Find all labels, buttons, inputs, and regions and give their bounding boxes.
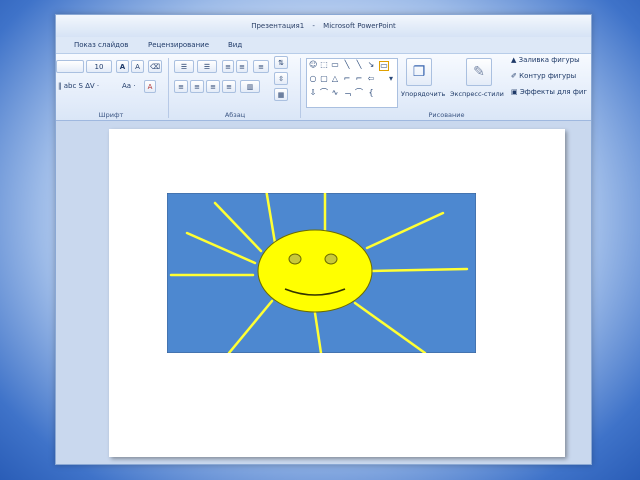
bullets-icon[interactable]: ☰ bbox=[174, 60, 194, 73]
font-color-icon[interactable]: A bbox=[144, 80, 156, 93]
align-center-icon[interactable]: ≡ bbox=[190, 80, 204, 93]
clear-format-icon[interactable]: ⌫ bbox=[148, 60, 162, 73]
group-divider bbox=[168, 58, 169, 118]
text-shape-icon[interactable]: ▭ bbox=[331, 61, 339, 69]
scribble-shape-icon[interactable]: ∿ bbox=[331, 89, 339, 97]
tab-view[interactable]: Вид bbox=[228, 39, 242, 51]
align-text-icon[interactable]: ⇳ bbox=[274, 72, 288, 85]
columns-icon[interactable]: ▥ bbox=[240, 80, 260, 93]
arrow-shape-icon[interactable]: ⇦ bbox=[367, 75, 375, 83]
curve-shape-icon[interactable]: ⌒ bbox=[320, 89, 328, 97]
outline-icon: ✐ bbox=[511, 72, 517, 80]
arrow-shape-icon[interactable]: ↘ bbox=[367, 61, 375, 69]
font-name-box[interactable] bbox=[56, 60, 84, 73]
tab-slideshow[interactable]: Показ слайдов bbox=[74, 39, 128, 51]
arrow-down-shape-icon[interactable]: ⇩ bbox=[309, 89, 317, 97]
arrange-button[interactable]: Упорядочить bbox=[401, 90, 445, 98]
justify-icon[interactable]: ≡ bbox=[222, 80, 236, 93]
sun-face bbox=[257, 229, 373, 313]
quick-styles-button[interactable]: Экспресс-стили bbox=[450, 90, 504, 98]
slide-canvas[interactable] bbox=[109, 129, 565, 457]
sun-picture[interactable] bbox=[167, 193, 476, 353]
arrange-icon[interactable]: ❐ bbox=[406, 58, 432, 86]
rect-shape-icon[interactable]: ⬚ bbox=[320, 61, 328, 69]
change-case-label: Aa bbox=[122, 82, 132, 90]
oval-shape-icon[interactable]: ○ bbox=[309, 75, 317, 83]
quick-styles-icon[interactable]: ✎ bbox=[466, 58, 492, 86]
font-shrink-icon[interactable]: A bbox=[131, 60, 144, 73]
connector-shape-icon[interactable]: ⌐ bbox=[355, 75, 363, 83]
shapes-gallery[interactable]: ☺ ⬚ ▭ ╲ ╲ ↘ ▭ ○ ▢ △ ⌐ ⌐ ⇦ ⇩ ⌒ ∿ ﹁ ⌒ { ▾ bbox=[306, 58, 398, 108]
effects-icon: ▣ bbox=[511, 88, 518, 96]
tab-review[interactable]: Рецензирование bbox=[148, 39, 209, 51]
title-bar: Презентация1 - Microsoft PowerPoint bbox=[56, 15, 591, 37]
triangle-shape-icon[interactable]: △ bbox=[331, 75, 339, 83]
shape-fill-label: Заливка фигуры bbox=[518, 56, 580, 64]
shape-effects-label: Эффекты для фиг bbox=[519, 88, 588, 96]
smiley-shape-icon[interactable]: ☺ bbox=[309, 61, 317, 69]
connector-shape-icon[interactable]: ⌐ bbox=[343, 75, 351, 83]
line-spacing-icon[interactable]: ≡ bbox=[253, 60, 269, 73]
font-size-value: 10 bbox=[94, 63, 104, 71]
sun-right-eye bbox=[324, 253, 338, 265]
group-label-drawing: Рисование bbox=[428, 111, 465, 119]
smartart-icon[interactable]: ▦ bbox=[274, 88, 288, 101]
indent-decrease-icon[interactable]: ≡ bbox=[222, 60, 234, 73]
shape-outline-label: Контур фигуры bbox=[519, 72, 577, 80]
font-grow-icon[interactable]: A bbox=[116, 60, 129, 73]
document-title: Презентация1 bbox=[251, 22, 305, 30]
shape-fill-button[interactable]: ▲ Заливка фигуры bbox=[511, 56, 580, 64]
align-right-icon[interactable]: ≡ bbox=[206, 80, 220, 93]
brace-shape-icon[interactable]: ﹁ bbox=[343, 89, 351, 97]
arc-shape-icon[interactable]: ⌒ bbox=[355, 89, 363, 97]
text-direction-icon[interactable]: ⇅ bbox=[274, 56, 288, 69]
ribbon: 10 A A ⌫ ‖ abc S ∆V · Aa · A Шрифт ☰ ☰ ≡… bbox=[56, 54, 591, 121]
slide-workspace bbox=[56, 121, 591, 464]
brace-shape-icon[interactable]: { bbox=[367, 89, 375, 97]
line-shape-icon[interactable]: ╲ bbox=[343, 61, 351, 69]
numbering-icon[interactable]: ☰ bbox=[197, 60, 217, 73]
gallery-scroll-icon[interactable]: ▾ bbox=[387, 75, 395, 83]
group-divider bbox=[300, 58, 301, 118]
shape-outline-button[interactable]: ✐ Контур фигуры bbox=[511, 72, 576, 80]
roundrect-shape-icon[interactable]: ▢ bbox=[320, 75, 328, 83]
powerpoint-window: Презентация1 - Microsoft PowerPoint Пока… bbox=[55, 14, 592, 465]
app-title: Microsoft PowerPoint bbox=[323, 22, 396, 30]
fill-icon: ▲ bbox=[511, 56, 517, 64]
group-label-font: Шрифт bbox=[98, 111, 124, 119]
sun-left-eye bbox=[288, 253, 302, 265]
line-shape-icon[interactable]: ╲ bbox=[355, 61, 363, 69]
align-left-icon[interactable]: ≡ bbox=[174, 80, 188, 93]
indent-increase-icon[interactable]: ≡ bbox=[236, 60, 248, 73]
change-case-button[interactable]: Aa · bbox=[122, 82, 136, 90]
font-size-box[interactable]: 10 bbox=[86, 60, 112, 73]
selected-shape-icon[interactable]: ▭ bbox=[379, 61, 389, 71]
ribbon-tabs: Показ слайдов Рецензирование Вид bbox=[56, 37, 591, 54]
shape-effects-button[interactable]: ▣ Эффекты для фиг bbox=[511, 88, 587, 96]
bold-italic-icons[interactable]: ‖ abc S ∆V · bbox=[58, 82, 99, 90]
group-label-paragraph: Абзац bbox=[224, 111, 246, 119]
